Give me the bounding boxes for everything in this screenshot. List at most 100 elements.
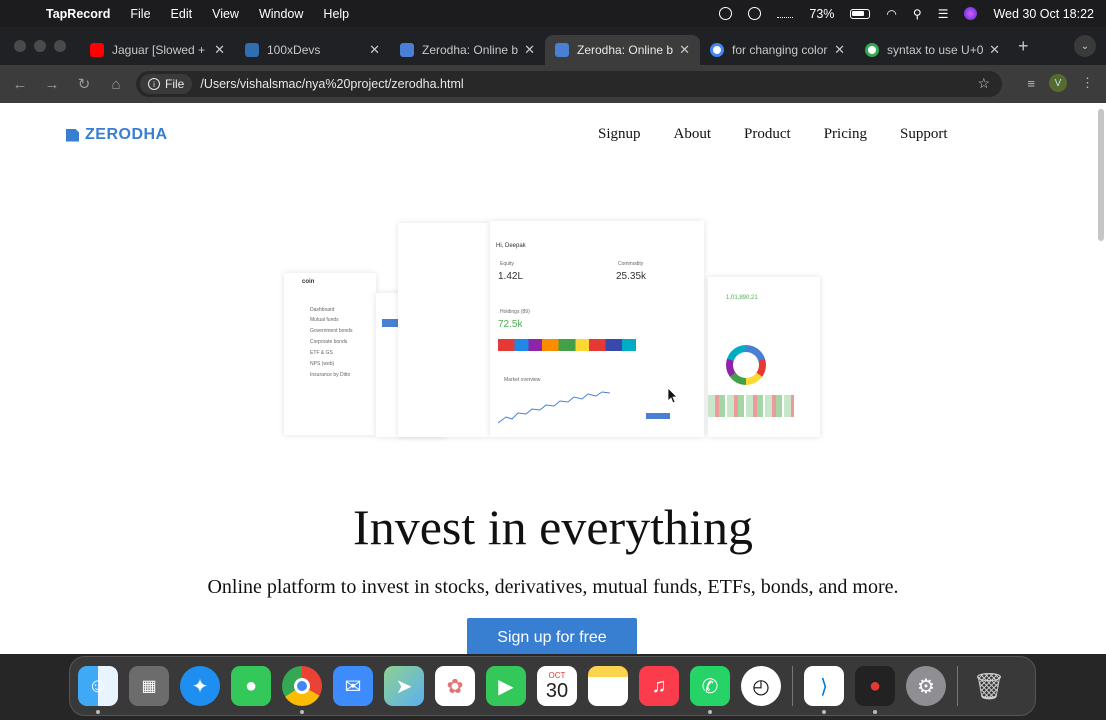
forward-arrow-icon[interactable]: → — [36, 76, 68, 93]
hero-illustration: coin Dashboard Mutual funds Government b… — [284, 221, 820, 437]
market-overview-label: Market overview — [504, 377, 541, 383]
battery-icon[interactable] — [850, 8, 871, 19]
photos-icon[interactable]: ✿ — [435, 666, 475, 706]
home-icon[interactable]: ⌂ — [100, 76, 132, 93]
activity-icon[interactable] — [777, 10, 794, 18]
browser-toolbar: ← → ↻ ⌂ i File /Users/vishalsmac/nya%20p… — [0, 65, 1106, 103]
watchlist-panel — [398, 223, 490, 437]
close-tab-icon[interactable]: ✕ — [679, 42, 690, 58]
close-tab-icon[interactable]: ✕ — [989, 42, 1000, 58]
logo-text: ZERODHA — [85, 126, 168, 143]
menu-help[interactable]: Help — [323, 7, 349, 21]
close-tab-icon[interactable]: ✕ — [214, 42, 225, 58]
tab-zerodha-active[interactable]: Zerodha: Online bu ✕ — [545, 35, 700, 65]
taprecord-icon[interactable]: ● — [855, 666, 895, 714]
tab-jaguar[interactable]: Jaguar [Slowed + R ✕ — [80, 35, 235, 65]
zerodha-logo[interactable]: ZERODHA — [66, 126, 168, 144]
battery-percent: 73% — [809, 6, 835, 21]
tab-title: Zerodha: Online bu — [577, 43, 674, 57]
profile-avatar[interactable]: V — [1049, 74, 1067, 92]
dock-separator — [792, 666, 793, 706]
market-overview-line — [498, 391, 611, 424]
facetime-icon[interactable]: ▶ — [486, 666, 526, 706]
macos-menubar: TapRecord File Edit View Window Help 73%… — [0, 0, 1106, 27]
messages-icon[interactable]: ● — [231, 666, 271, 706]
maps-icon[interactable]: ➤ — [384, 666, 424, 706]
coin-menu-0: Dashboard — [310, 307, 335, 313]
close-tab-icon[interactable]: ✕ — [834, 42, 845, 58]
siri-icon[interactable] — [964, 7, 978, 20]
tab-title: Jaguar [Slowed + R — [112, 43, 209, 57]
toolbar-right: ≡ V ⋮ — [1027, 74, 1094, 92]
notes-icon[interactable] — [588, 666, 628, 706]
wifi-icon[interactable]: ◠ — [886, 7, 896, 21]
page-scrollbar[interactable] — [1098, 109, 1104, 241]
close-tab-icon[interactable]: ✕ — [369, 42, 380, 58]
minimize-window-button[interactable] — [34, 40, 46, 52]
coin-menu-4: ETF & GS — [310, 350, 333, 356]
menu-window[interactable]: Window — [259, 7, 303, 21]
close-tab-icon[interactable]: ✕ — [524, 42, 535, 58]
main-nav: Signup About Product Pricing Support — [598, 126, 981, 143]
zerodha-logo-icon — [66, 128, 79, 142]
chrome-icon[interactable] — [282, 666, 322, 714]
tab-title: syntax to use U+0: — [887, 43, 984, 57]
tab-google-syntax[interactable]: syntax to use U+0: ✕ — [855, 35, 1010, 65]
signup-cta-button[interactable]: Sign up for free — [467, 618, 637, 654]
address-bar[interactable]: i File /Users/vishalsmac/nya%20project/z… — [136, 71, 1002, 97]
hero-headline: Invest in everything — [353, 499, 753, 555]
safari-icon[interactable]: ✦ — [180, 666, 220, 706]
tab-title: Zerodha: Online bu — [422, 43, 519, 57]
tab-search-button[interactable]: ⌄ — [1074, 35, 1096, 57]
vscode-icon[interactable]: ⟩ — [804, 666, 844, 714]
music-icon[interactable]: ♫ — [639, 666, 679, 706]
total-value: 1,01,890.21 — [726, 295, 758, 301]
menubar-clock[interactable]: Wed 30 Oct 18:22 — [993, 7, 1094, 21]
tab-100xdevs[interactable]: 100xDevs ✕ — [235, 35, 390, 65]
url-text[interactable]: /Users/vishalsmac/nya%20project/zerodha.… — [200, 77, 463, 91]
zerodha-favicon-icon — [400, 43, 414, 57]
calendar-icon[interactable]: OCT 30 — [537, 666, 577, 706]
more-menu-icon[interactable]: ⋮ — [1081, 75, 1094, 91]
play-status-icon[interactable] — [748, 7, 762, 20]
back-arrow-icon[interactable]: ← — [4, 76, 36, 93]
whatsapp-icon[interactable]: ✆ — [690, 666, 730, 714]
zoom-window-button[interactable] — [54, 40, 66, 52]
system-settings-icon[interactable]: ⚙ — [906, 666, 946, 706]
tab-zerodha-1[interactable]: Zerodha: Online bu ✕ — [390, 35, 545, 65]
nav-signup[interactable]: Signup — [598, 126, 641, 143]
finder-icon[interactable]: ☺ — [78, 666, 118, 714]
control-center-icon[interactable]: ☰ — [938, 7, 949, 21]
get-started-mock — [646, 413, 670, 419]
bookmark-star-icon[interactable]: ☆ — [977, 75, 990, 92]
search-icon[interactable]: ⚲ — [913, 7, 922, 21]
menu-view[interactable]: View — [212, 7, 239, 21]
dashboard-panel: Hi, Deepak Equity 1.42L Commodity 25.35k… — [490, 221, 704, 437]
reload-icon[interactable]: ↻ — [68, 75, 100, 93]
youtube-favicon-icon — [90, 43, 104, 57]
menu-file[interactable]: File — [130, 7, 150, 21]
window-controls — [14, 40, 66, 52]
close-window-button[interactable] — [14, 40, 26, 52]
tab-google-color[interactable]: for changing color ✕ — [700, 35, 855, 65]
nav-product[interactable]: Product — [744, 126, 791, 143]
coin-menu-6: Insurance by Ditto — [310, 372, 351, 378]
mail-icon[interactable]: ✉ — [333, 666, 373, 706]
tab-title: for changing color — [732, 43, 828, 57]
nav-support[interactable]: Support — [900, 126, 948, 143]
equity-value: 1.42L — [498, 271, 524, 282]
holdings-label: Holdings (89) — [500, 309, 530, 315]
recorder-status-icon[interactable] — [719, 7, 733, 20]
nav-about[interactable]: About — [674, 126, 712, 143]
menu-edit[interactable]: Edit — [171, 7, 193, 21]
media-queue-icon[interactable]: ≡ — [1027, 76, 1035, 91]
launchpad-icon[interactable]: ▦ — [129, 666, 169, 706]
menu-app-name[interactable]: TapRecord — [46, 7, 110, 21]
trash-icon[interactable]: 🗑 — [969, 666, 1009, 706]
site-info-chip[interactable]: i File — [140, 74, 193, 94]
nav-pricing[interactable]: Pricing — [824, 126, 867, 143]
commodity-value: 25.35k — [616, 271, 647, 282]
hero-subline: Online platform to invest in stocks, der… — [207, 576, 899, 598]
new-tab-button[interactable]: + — [1018, 36, 1029, 57]
clock-icon[interactable]: ◴ — [741, 666, 781, 706]
